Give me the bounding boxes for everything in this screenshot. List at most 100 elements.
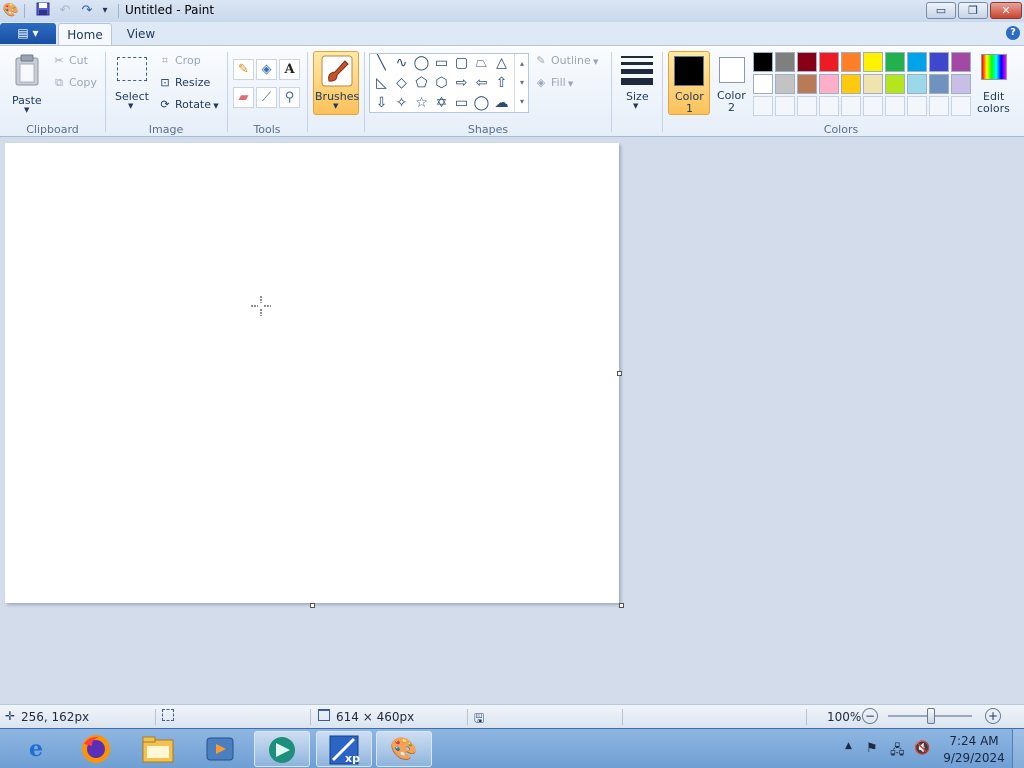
palette-color-swatch[interactable] — [929, 52, 949, 72]
minimize-button[interactable]: ▭ — [926, 2, 956, 19]
palette-color-swatch[interactable] — [841, 74, 861, 94]
drawing-canvas[interactable] — [5, 143, 619, 603]
palette-color-swatch[interactable] — [907, 74, 927, 94]
palette-color-swatch[interactable] — [797, 52, 817, 72]
zoom-out-button[interactable]: − — [862, 708, 878, 724]
volume-muted-icon[interactable]: 🔇 — [914, 741, 930, 756]
text-tool-icon[interactable]: A — [279, 59, 300, 80]
triangle-shape-icon[interactable]: △ — [492, 54, 511, 73]
palette-custom-slot[interactable] — [819, 96, 839, 116]
shapes-scroll[interactable]: ▴ ▾ ▾ — [514, 54, 529, 112]
palette-custom-slot[interactable] — [775, 96, 795, 116]
palette-color-swatch[interactable] — [885, 52, 905, 72]
internet-explorer-icon[interactable]: e — [8, 731, 64, 767]
right-arrow-shape-icon[interactable]: ⇨ — [452, 74, 471, 93]
paste-button[interactable]: Paste ▼ — [6, 52, 48, 116]
zoom-in-button[interactable]: + — [985, 708, 1001, 724]
palette-color-swatch[interactable] — [753, 74, 773, 94]
palette-color-swatch[interactable] — [775, 74, 795, 94]
palette-color-swatch[interactable] — [929, 74, 949, 94]
color-picker-icon[interactable]: ⟋ — [256, 87, 277, 108]
paint-app-icon[interactable]: 🎨 — [2, 2, 20, 20]
palette-color-swatch[interactable] — [885, 74, 905, 94]
resize-button[interactable]: ⊡ Resize — [158, 76, 210, 90]
show-desktop-button[interactable] — [1012, 729, 1024, 768]
hexagon-shape-icon[interactable]: ⬡ — [432, 74, 451, 93]
taskbar-app-dialer-icon[interactable] — [254, 731, 310, 767]
file-menu-button[interactable]: ▤ ▾ — [0, 23, 56, 44]
pentagon-shape-icon[interactable]: ⬠ — [412, 74, 431, 93]
size-button[interactable]: Size ▼ — [617, 52, 657, 116]
file-explorer-icon[interactable] — [130, 731, 186, 767]
redo-icon[interactable]: ↷ — [78, 2, 96, 20]
help-icon[interactable]: ? — [1006, 26, 1020, 40]
palette-color-swatch[interactable] — [775, 52, 795, 72]
up-arrow-shape-icon[interactable]: ⇧ — [492, 74, 511, 93]
edit-colors-button[interactable]: Edit colors — [976, 52, 1012, 116]
canvas-resize-handle-bottom[interactable] — [310, 603, 315, 608]
undo-icon[interactable]: ↶ — [56, 2, 74, 20]
select-button[interactable]: Select ▼ — [114, 54, 150, 114]
curve-shape-icon[interactable]: ∿ — [392, 54, 411, 73]
line-shape-icon[interactable]: ╲ — [372, 54, 391, 73]
media-player-icon[interactable] — [192, 731, 248, 767]
palette-color-swatch[interactable] — [907, 52, 927, 72]
palette-color-swatch[interactable] — [819, 52, 839, 72]
palette-custom-slot[interactable] — [863, 96, 883, 116]
network-icon[interactable]: 🖧 — [890, 741, 905, 763]
palette-color-swatch[interactable] — [951, 52, 971, 72]
palette-color-swatch[interactable] — [841, 52, 861, 72]
zoom-slider-thumb[interactable] — [927, 708, 935, 724]
color1-button[interactable]: Color 1 — [668, 51, 710, 115]
left-arrow-shape-icon[interactable]: ⇦ — [472, 74, 491, 93]
palette-color-swatch[interactable] — [797, 74, 817, 94]
palette-custom-slot[interactable] — [753, 96, 773, 116]
copy-button[interactable]: ⧉ Copy — [52, 76, 97, 90]
down-arrow-shape-icon[interactable]: ⇩ — [372, 94, 391, 113]
fill-bucket-icon[interactable]: ◈ — [256, 59, 277, 80]
taskbar-app-xp-icon[interactable]: xp — [316, 731, 372, 767]
eraser-icon[interactable]: ▰ — [233, 87, 254, 108]
rectangle-shape-icon[interactable]: ▭ — [432, 54, 451, 73]
palette-custom-slot[interactable] — [885, 96, 905, 116]
qat-customize-icon[interactable]: ▾ — [96, 2, 114, 20]
clock-date[interactable]: 9/29/2024 — [942, 751, 1006, 765]
save-icon[interactable] — [34, 2, 52, 20]
close-button[interactable]: ✕ — [990, 2, 1022, 19]
tab-home[interactable]: Home — [58, 23, 112, 46]
palette-color-swatch[interactable] — [951, 74, 971, 94]
oval-shape-icon[interactable]: ◯ — [412, 54, 431, 73]
four-point-star-shape-icon[interactable]: ✧ — [392, 94, 411, 113]
palette-custom-slot[interactable] — [951, 96, 971, 116]
outline-button[interactable]: ✎ Outline ▼ — [534, 54, 598, 68]
show-hidden-icons-icon[interactable]: ▲ — [845, 741, 852, 751]
maximize-button[interactable]: ❐ — [958, 2, 988, 19]
palette-color-swatch[interactable] — [863, 52, 883, 72]
palette-color-swatch[interactable] — [863, 74, 883, 94]
tab-view[interactable]: View — [116, 23, 166, 46]
oval-callout-shape-icon[interactable]: ◯ — [472, 94, 491, 113]
action-center-flag-icon[interactable]: ⚑ — [866, 741, 878, 756]
firefox-icon[interactable] — [68, 731, 124, 767]
magnifier-icon[interactable]: ⚲ — [279, 87, 300, 108]
palette-custom-slot[interactable] — [797, 96, 817, 116]
canvas-resize-handle-corner[interactable] — [619, 603, 624, 608]
six-point-star-shape-icon[interactable]: ✡ — [432, 94, 451, 113]
taskbar-paint-icon[interactable]: 🎨 — [376, 731, 432, 767]
rotate-button[interactable]: ⟳ Rotate ▼ — [158, 98, 218, 112]
canvas-resize-handle-right[interactable] — [617, 371, 622, 376]
polygon-shape-icon[interactable]: ⏢ — [472, 54, 491, 73]
brushes-button[interactable]: Brushes ▼ — [313, 51, 359, 115]
crop-button[interactable]: ⌗ Crop — [158, 54, 201, 68]
cloud-callout-shape-icon[interactable]: ☁ — [492, 94, 511, 113]
clock-time[interactable]: 7:24 AM — [946, 734, 1002, 748]
fill-button[interactable]: ◈ Fill ▼ — [534, 76, 574, 90]
right-triangle-shape-icon[interactable]: ◺ — [372, 74, 391, 93]
five-point-star-shape-icon[interactable]: ☆ — [412, 94, 431, 113]
palette-custom-slot[interactable] — [841, 96, 861, 116]
palette-custom-slot[interactable] — [929, 96, 949, 116]
palette-color-swatch[interactable] — [819, 74, 839, 94]
rectangle-callout-shape-icon[interactable]: ▭ — [452, 94, 471, 113]
color2-button[interactable]: Color 2 — [712, 51, 752, 115]
diamond-shape-icon[interactable]: ◇ — [392, 74, 411, 93]
